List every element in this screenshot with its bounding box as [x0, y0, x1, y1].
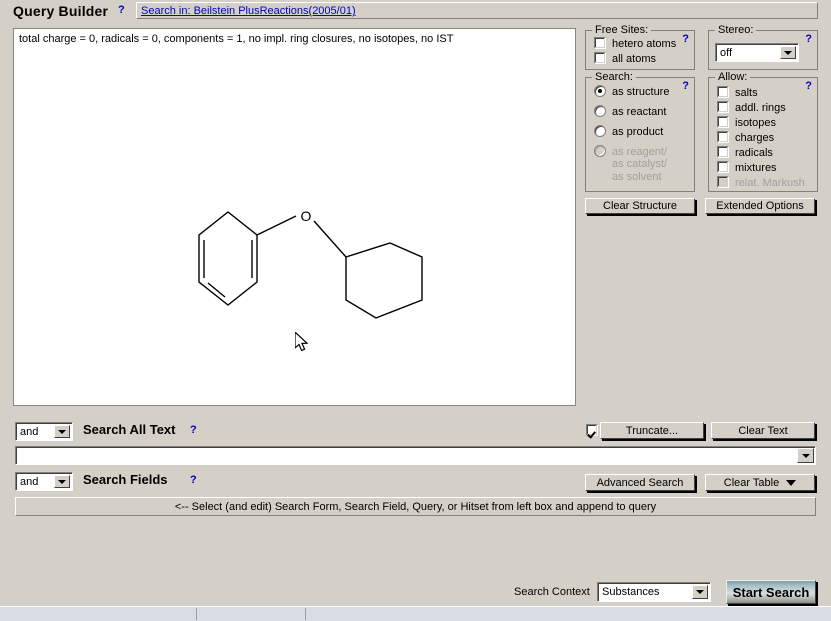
checkbox-salts-box[interactable]: [717, 86, 729, 98]
status-bar: [0, 606, 831, 621]
advanced-search-button[interactable]: Advanced Search: [585, 474, 695, 491]
search-fields-operator-value: and: [20, 475, 39, 488]
radio-as-structure-label: as structure: [612, 86, 670, 98]
search-context-label: Search Context: [514, 586, 590, 598]
allow-legend: Allow:: [715, 71, 751, 83]
clear-table-button[interactable]: Clear Table: [705, 474, 815, 491]
radio-as-catalyst-label: as catalyst/: [612, 158, 668, 170]
mouse-cursor: [295, 332, 309, 352]
radio-as-structure-control[interactable]: [594, 85, 606, 97]
search-mode-help-icon[interactable]: ?: [682, 80, 689, 92]
search-context-select[interactable]: Substances: [597, 582, 711, 602]
checkbox-charges-label: charges: [735, 132, 775, 144]
search-context-select-value: Substances: [602, 586, 660, 598]
search-all-text-operator-value: and: [20, 425, 39, 438]
radio-as-structure[interactable]: as structure: [594, 85, 669, 99]
checkbox-hetero-atoms-box[interactable]: [594, 37, 606, 49]
status-bar-divider: [196, 608, 197, 620]
extended-options-button[interactable]: Extended Options: [705, 198, 815, 214]
checkbox-hetero-atoms[interactable]: hetero atoms: [594, 37, 676, 51]
query-builder-help-icon[interactable]: ?: [118, 4, 125, 16]
checkbox-hetero-atoms-label: hetero atoms: [612, 38, 677, 50]
checkbox-isotopes-box[interactable]: [717, 116, 729, 128]
checkbox-addl-rings-label: addl. rings: [735, 102, 786, 114]
allow-group: Allow: ? salts addl. rings isotopes char…: [708, 71, 818, 192]
radio-as-reagent-label: as reagent/: [612, 146, 668, 158]
header: Query Builder ? Search in: Beilstein Plu…: [0, 0, 831, 22]
stereo-legend: Stereo:: [715, 24, 757, 36]
checkbox-isotopes-label: isotopes: [735, 117, 776, 129]
free-sites-help-icon[interactable]: ?: [682, 33, 689, 45]
status-bar-divider: [305, 608, 306, 620]
chevron-down-icon[interactable]: [54, 425, 70, 438]
stereo-select-value: off: [720, 46, 733, 59]
radio-as-reactant-label: as reactant: [612, 106, 667, 118]
start-search-button[interactable]: Start Search: [726, 580, 816, 604]
clear-structure-button[interactable]: Clear Structure: [585, 198, 695, 214]
page-title: Query Builder: [13, 3, 109, 19]
radio-as-product-label: as product: [612, 126, 664, 138]
radio-as-product[interactable]: as product: [594, 125, 663, 139]
search-all-text-operator-select[interactable]: and: [15, 422, 73, 441]
checkbox-all-atoms-box[interactable]: [594, 52, 606, 64]
chevron-down-icon[interactable]: [54, 475, 70, 488]
free-sites-legend: Free Sites:: [592, 24, 652, 36]
truncate-checkbox-box[interactable]: [586, 424, 598, 436]
search-fields-operator-select[interactable]: and: [15, 472, 73, 491]
truncate-checkbox[interactable]: [586, 424, 598, 436]
radio-as-product-control[interactable]: [594, 125, 606, 137]
radio-as-catalyst-label-row: as catalyst/: [612, 158, 667, 172]
oxygen-atom-label: O: [301, 208, 312, 224]
checkbox-all-atoms-label: all atoms: [612, 53, 657, 65]
chevron-down-icon: [786, 479, 797, 486]
truncate-button[interactable]: Truncate...: [600, 422, 704, 439]
checkbox-radicals-label: radicals: [735, 147, 773, 159]
stereo-select[interactable]: off: [715, 43, 799, 62]
checkbox-addl-rings-box[interactable]: [717, 101, 729, 113]
checkbox-mixtures[interactable]: mixtures: [717, 161, 777, 175]
query-builder-window: Query Builder ? Search in: Beilstein Plu…: [0, 0, 831, 621]
search-in-link[interactable]: Search in: Beilstein PlusReactions(2005/…: [141, 5, 356, 17]
checkbox-mixtures-label: mixtures: [735, 162, 777, 174]
radio-as-reactant[interactable]: as reactant: [594, 105, 666, 119]
query-hint-text: <-- Select (and edit) Search Form, Searc…: [174, 500, 657, 513]
checkbox-mixtures-box[interactable]: [717, 161, 729, 173]
search-all-text-help-icon[interactable]: ?: [190, 424, 197, 436]
allow-help-icon[interactable]: ?: [805, 80, 812, 92]
free-sites-group: Free Sites: ? hetero atoms all atoms: [585, 24, 695, 70]
checkbox-salts-label: salts: [735, 87, 758, 99]
checkbox-relat-markush-label: relat. Markush: [735, 177, 805, 189]
radio-as-solvent-label: as solvent: [612, 171, 662, 183]
clear-text-button[interactable]: Clear Text: [711, 422, 815, 439]
search-fields-help-icon[interactable]: ?: [190, 474, 197, 486]
checkbox-relat-markush-box: [717, 176, 729, 188]
checkbox-salts[interactable]: salts: [717, 86, 758, 100]
search-fields-label: Search Fields: [83, 472, 168, 487]
checkbox-relat-markush: relat. Markush: [717, 176, 805, 190]
search-mode-group: Search: ? as structure as reactant as pr…: [585, 71, 695, 192]
stereo-help-icon[interactable]: ?: [805, 33, 812, 45]
search-in-bar: Search in: Beilstein PlusReactions(2005/…: [136, 2, 818, 19]
structure-editor-panel[interactable]: total charge = 0, radicals = 0, componen…: [13, 28, 576, 406]
stereo-group: Stereo: ? off: [708, 24, 818, 70]
search-all-text-label: Search All Text: [83, 422, 176, 437]
checkbox-radicals-box[interactable]: [717, 146, 729, 158]
checkbox-radicals[interactable]: radicals: [717, 146, 773, 160]
clear-table-button-label: Clear Table: [723, 476, 780, 489]
radio-as-reagent-control: [594, 145, 606, 157]
checkbox-addl-rings[interactable]: addl. rings: [717, 101, 786, 115]
chevron-down-icon[interactable]: [797, 448, 814, 463]
checkbox-charges[interactable]: charges: [717, 131, 774, 145]
radio-as-reactant-control[interactable]: [594, 105, 606, 117]
checkbox-all-atoms[interactable]: all atoms: [594, 52, 656, 66]
chevron-down-icon[interactable]: [692, 585, 708, 599]
chevron-down-icon[interactable]: [780, 46, 796, 59]
query-hint-bar: <-- Select (and edit) Search Form, Searc…: [15, 497, 816, 516]
search-mode-legend: Search:: [592, 71, 636, 83]
search-all-text-input[interactable]: [15, 446, 816, 465]
checkbox-isotopes[interactable]: isotopes: [717, 116, 776, 130]
radio-as-reagent: as reagent/: [594, 145, 667, 159]
checkbox-charges-box[interactable]: [717, 131, 729, 143]
radio-as-solvent-label-row: as solvent: [612, 171, 662, 185]
